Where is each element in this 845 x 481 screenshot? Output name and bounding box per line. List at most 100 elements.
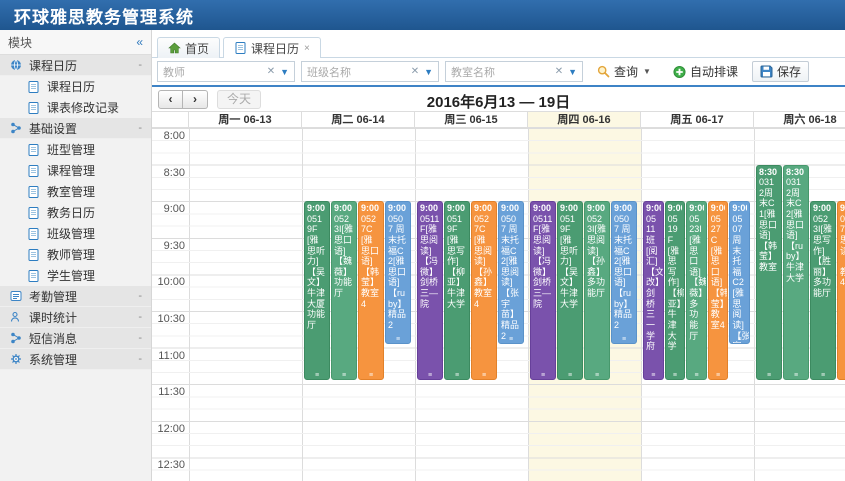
sidebar-group[interactable]: 考勤管理-: [0, 286, 151, 307]
calendar-event[interactable]: 9:00 - 11:300511F[雅思阅读]【冯微】剑桥三—院≡: [530, 201, 556, 380]
sidebar-group[interactable]: 课程日历-: [0, 55, 151, 76]
calendar-event[interactable]: 9:00 - 11:300511班[阅汇]【文改】剑桥三一学府 ≡: [643, 201, 664, 380]
day-column[interactable]: [189, 128, 302, 481]
calendar-event[interactable]: 9:00 - 11:300527C[雅思口语]【韩莹】教室4≡: [708, 201, 729, 380]
calendar-event[interactable]: 9:00 - 11:300519F[雅思写作]【柳亚】牛津大学≡: [444, 201, 470, 380]
calendar-event[interactable]: 9:00 - 11:300523I[雅思阅读]【孙鑫】多功能厅≡: [584, 201, 610, 380]
sidebar-collapse-icon[interactable]: «: [136, 35, 143, 49]
event-resize-handle[interactable]: ≡: [666, 373, 685, 379]
clear-icon[interactable]: ✕: [411, 66, 419, 77]
event-title: 0511F[雅思阅读]【冯微】剑桥三—院: [420, 214, 440, 309]
sidebar-item[interactable]: 班级管理: [0, 223, 151, 244]
sidebar-item[interactable]: 教师管理: [0, 244, 151, 265]
event-resize-handle[interactable]: ≡: [445, 373, 469, 379]
event-resize-handle[interactable]: ≡: [811, 373, 835, 379]
event-resize-handle[interactable]: ≡: [305, 373, 329, 379]
calendar-event[interactable]: 9:00 - 11:000507 周末托福C2[雅思口语]【ruby】精品2≡: [385, 201, 411, 343]
calendar-event[interactable]: 9:00 - 11:300519F[雅思听力]【吴文】牛津大学≡: [557, 201, 583, 380]
nodes-icon: [9, 332, 22, 344]
event-resize-handle[interactable]: ≡: [531, 373, 555, 379]
chevron-down-icon[interactable]: ▼: [568, 67, 577, 77]
sidebar-group[interactable]: 基础设置-: [0, 118, 151, 139]
filter-placeholder: 班级名称: [307, 64, 411, 80]
calendar-event[interactable]: 9:00 - 11:300523I[雅思写作]【胜丽】多功能厅≡: [810, 201, 836, 380]
group-caret-icon[interactable]: -: [138, 353, 142, 365]
sidebar-item[interactable]: 课程日历: [0, 76, 151, 97]
calendar-event[interactable]: 9:00 - 11:300511F[雅思阅读]【冯微】剑桥三—院≡: [417, 201, 443, 380]
calendar-event[interactable]: 8:30 - 11:300312周末C2[雅思口语]【ruby】牛津大学≡: [783, 165, 809, 381]
event-resize-handle[interactable]: ≡: [784, 373, 808, 379]
sidebar-group[interactable]: 系统管理-: [0, 349, 151, 370]
event-resize-handle[interactable]: ≡: [359, 373, 383, 379]
calendar-event[interactable]: 9:00 - 11:300523I[雅思口语]【魏薇】功能厅≡: [331, 201, 357, 380]
search-button[interactable]: 查询▼: [589, 61, 659, 82]
calendar-event[interactable]: 9:00 - 11:000507 周末托福C2[雅思口语]【ruby】精品2≡: [611, 201, 637, 343]
group-caret-icon[interactable]: -: [138, 332, 142, 344]
calendar-event[interactable]: 9:00 - 11:300527[雅思阅读]【丰】教室4≡: [837, 201, 845, 380]
calendar-event[interactable]: 9:00 - 11:300519F[雅思写作]【柳亚】牛津大学≡: [665, 201, 686, 380]
calendar-grid[interactable]: 8:008:309:009:3010:0010:3011:0011:3012:0…: [152, 128, 845, 481]
event-resize-handle[interactable]: ≡: [644, 373, 663, 379]
event-resize-handle[interactable]: ≡: [558, 373, 582, 379]
prev-week-button[interactable]: ‹: [158, 90, 183, 109]
event-time: 9:00 - 11:30: [840, 203, 845, 214]
sidebar-item-label: 班型管理: [47, 141, 95, 158]
event-resize-handle[interactable]: ≡: [838, 373, 845, 379]
group-caret-icon[interactable]: -: [138, 59, 142, 71]
event-resize-handle[interactable]: ≡: [687, 373, 706, 379]
sidebar-item-label: 教师管理: [47, 246, 95, 263]
sidebar-item[interactable]: 教务日历: [0, 202, 151, 223]
event-resize-handle[interactable]: ≡: [499, 337, 523, 343]
filter-combobox[interactable]: 班级名称✕ ▼: [301, 61, 439, 82]
event-resize-handle[interactable]: ≡: [386, 337, 410, 343]
auto-schedule-button[interactable]: 自动排课: [665, 61, 746, 82]
sidebar-group[interactable]: 课时统计-: [0, 307, 151, 328]
calendar-event[interactable]: 9:00 - 11:300527C[雅思口语]【韩莹】教室4≡: [358, 201, 384, 380]
sidebar-item[interactable]: 班型管理: [0, 139, 151, 160]
calendar-event[interactable]: 9:00 - 11:300527C[雅思阅读]【孙鑫】教室4≡: [471, 201, 497, 380]
event-resize-handle[interactable]: ≡: [709, 373, 728, 379]
day-header: 周五 06-17: [641, 112, 754, 127]
event-time: 9:00 - 11:30: [689, 203, 704, 214]
sidebar-item[interactable]: 课程管理: [0, 160, 151, 181]
tab-close-icon[interactable]: ×: [304, 43, 310, 54]
event-resize-handle[interactable]: ≡: [472, 373, 496, 379]
calendar-event[interactable]: 9:00 - 11:000507 周末托福C2[雅思阅读]【张宇苗】精品2≡: [729, 201, 750, 343]
event-title: 0511班[阅汇]【文改】剑桥三一学府: [646, 214, 661, 352]
event-title: 0523I[雅思写作]【胜丽】多功能厅: [813, 214, 833, 299]
person-icon: [9, 311, 22, 323]
clear-icon[interactable]: ✕: [267, 66, 275, 77]
tab-home[interactable]: 首页: [157, 37, 220, 58]
event-time: 9:00 - 11:30: [646, 203, 661, 214]
calendar-event[interactable]: 8:30 - 11:300312周末C1[雅思口语]【韩莹】教室≡: [756, 165, 782, 381]
calendar-event[interactable]: 9:00 - 11:000507 周末托福C2[雅思阅读]【张宇苗】精品2≡: [498, 201, 524, 343]
sidebar-item[interactable]: 课表修改记录: [0, 97, 151, 118]
chevron-down-icon[interactable]: ▼: [280, 67, 289, 77]
group-caret-icon[interactable]: -: [138, 290, 142, 302]
event-resize-handle[interactable]: ≡: [612, 337, 636, 343]
event-resize-handle[interactable]: ≡: [757, 373, 781, 379]
event-resize-handle[interactable]: ≡: [418, 373, 442, 379]
save-button[interactable]: 保存: [752, 61, 809, 82]
event-resize-handle[interactable]: ≡: [332, 373, 356, 379]
sidebar-item[interactable]: 教室管理: [0, 181, 151, 202]
filter-combobox[interactable]: 教师✕▼: [157, 61, 295, 82]
group-caret-icon[interactable]: -: [138, 122, 142, 134]
chevron-down-icon[interactable]: ▼: [424, 67, 433, 77]
next-week-button[interactable]: ›: [183, 90, 208, 109]
sidebar-item[interactable]: 学生管理: [0, 265, 151, 286]
today-button[interactable]: 今天: [217, 90, 261, 109]
group-caret-icon[interactable]: -: [138, 311, 142, 323]
event-resize-handle[interactable]: ≡: [585, 373, 609, 379]
event-title: 0511F[雅思阅读]【冯微】剑桥三—院: [533, 214, 553, 309]
calendar-event[interactable]: 9:00 - 11:300519F[雅思听力]【吴文】牛津大厦功能厅≡: [304, 201, 330, 380]
event-title: 0312周末C2[雅思口语]【ruby】牛津大学: [786, 177, 806, 283]
event-time: 9:00 - 11:00: [614, 203, 634, 214]
clear-icon[interactable]: ✕: [555, 66, 563, 77]
sidebar-group[interactable]: 短信消息-: [0, 328, 151, 349]
tab-active[interactable]: 课程日历×: [223, 37, 321, 58]
calendar-event[interactable]: 9:00 - 11:300523I[雅思口语]【魏薇】多功能厅≡: [686, 201, 707, 380]
filter-combobox[interactable]: 教室名称✕▼: [445, 61, 583, 82]
event-resize-handle[interactable]: ≡: [730, 337, 749, 343]
sidebar-item-label: 教务日历: [47, 204, 95, 221]
